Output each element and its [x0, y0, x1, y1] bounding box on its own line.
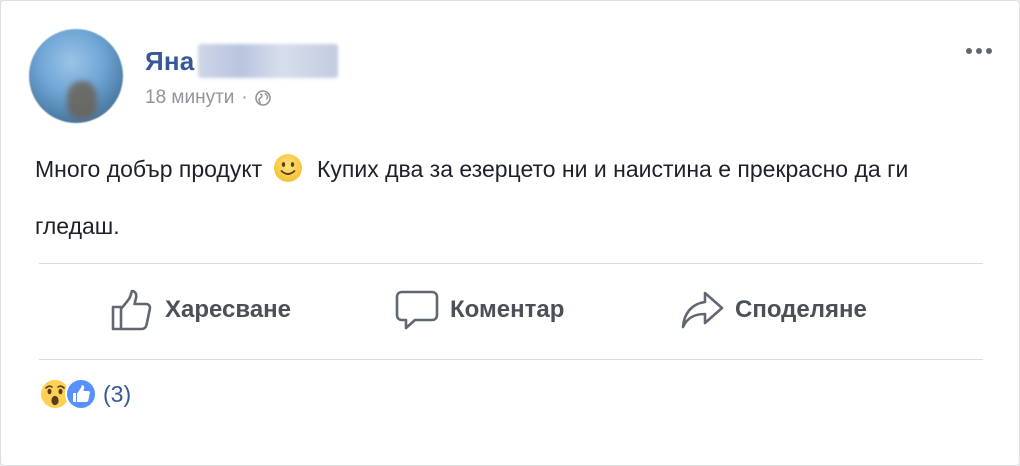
author-row: Яна	[145, 41, 339, 81]
comment-button-label: Коментар	[450, 296, 565, 323]
author-name[interactable]: Яна	[145, 46, 194, 77]
more-options-icon[interactable]	[961, 41, 997, 61]
like-button[interactable]: Харесване	[109, 285, 291, 335]
divider-top	[39, 263, 983, 264]
share-button[interactable]: Споделяне	[679, 285, 867, 335]
like-reaction-icon	[65, 378, 97, 410]
author-surname-blurred	[198, 44, 339, 78]
post-text: Много добър продукт Купих два за езерцет…	[35, 141, 935, 255]
comment-icon	[395, 290, 439, 330]
thumbs-up-icon	[111, 289, 152, 331]
like-button-label: Харесване	[165, 296, 292, 323]
reaction-count[interactable]: (3)	[103, 381, 131, 408]
comment-button[interactable]: Коментар	[394, 285, 564, 335]
post-card: Яна 18 минути · Много добър продукт Купи…	[0, 0, 1020, 466]
share-button-label: Споделяне	[735, 296, 867, 323]
post-text-part1: Много добър продукт	[35, 156, 263, 182]
meta-separator: ·	[241, 87, 248, 108]
post-meta: 18 минути ·	[145, 85, 271, 111]
avatar-figure	[67, 81, 97, 119]
action-bar: Харесване Коментар Споделяне	[1, 273, 1019, 353]
slightly-smiling-face-icon	[273, 154, 302, 182]
share-icon	[681, 291, 724, 329]
author-avatar[interactable]	[29, 29, 123, 123]
divider-bottom	[39, 359, 983, 360]
reactions-summary[interactable]: (3)	[39, 377, 131, 411]
post-timestamp[interactable]: 18 минути	[145, 87, 234, 109]
globe-icon[interactable]	[254, 90, 271, 106]
